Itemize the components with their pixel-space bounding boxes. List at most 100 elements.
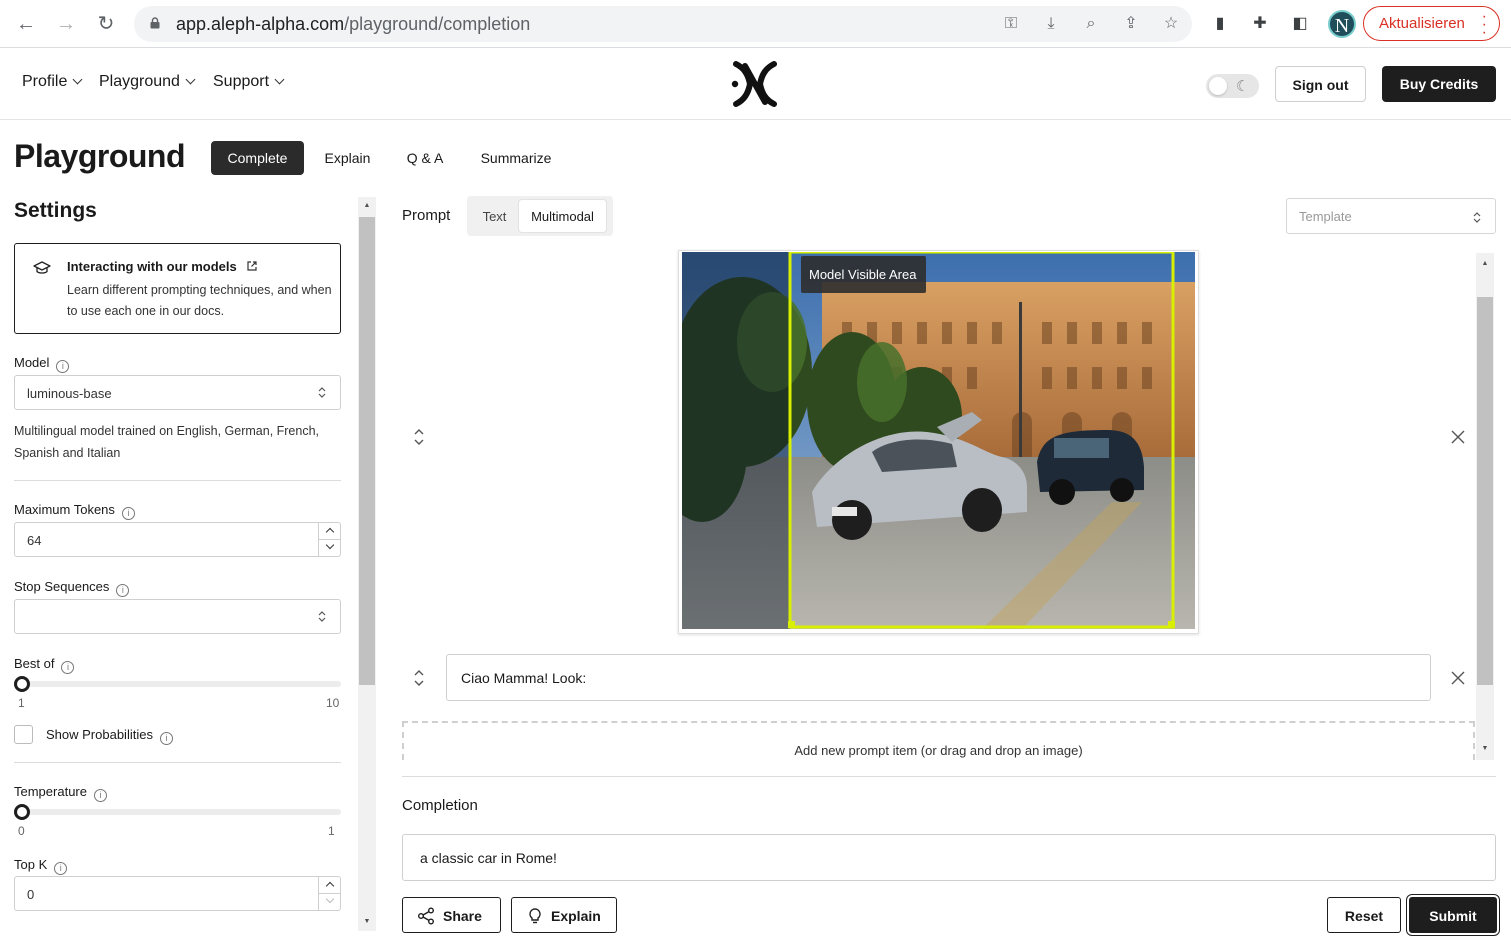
- app-header: Profile Playground Support ☾ Sign out Bu…: [0, 48, 1511, 120]
- scrollbar-thumb[interactable]: [359, 217, 375, 685]
- chevron-down-icon: [274, 74, 285, 85]
- toggle-knob: [1209, 77, 1227, 95]
- select-arrows-icon: [318, 387, 326, 398]
- show-probabilities-label: Show Probabilities i: [46, 727, 173, 745]
- add-prompt-item[interactable]: Add new prompt item (or drag and drop an…: [402, 721, 1475, 760]
- prompt-image: [682, 252, 1195, 629]
- split-icon[interactable]: ◧: [1289, 13, 1311, 35]
- profile-avatar[interactable]: N: [1328, 10, 1356, 38]
- extension-icon[interactable]: ✚: [1249, 13, 1271, 35]
- decrement-button[interactable]: [319, 540, 341, 557]
- divider: [14, 762, 341, 763]
- model-visible-area-label: Model Visible Area: [801, 256, 926, 293]
- info-card-description: Learn different prompting techniques, an…: [67, 283, 332, 318]
- submit-button[interactable]: Submit: [1409, 897, 1497, 933]
- reorder-icon[interactable]: [412, 426, 426, 448]
- best-of-min: 1: [18, 696, 25, 710]
- info-icon[interactable]: i: [159, 732, 173, 745]
- tab-explain[interactable]: Explain: [315, 141, 380, 175]
- temperature-slider[interactable]: [14, 804, 341, 820]
- aleph-alpha-logo[interactable]: [730, 58, 780, 110]
- image-prompt-item[interactable]: [678, 250, 1199, 634]
- page-title: Playground: [14, 138, 186, 174]
- text-prompt-item[interactable]: Ciao Mamma! Look:: [446, 654, 1431, 701]
- share-icon: [418, 907, 434, 925]
- increment-button[interactable]: [319, 523, 341, 540]
- select-arrows-icon: [1473, 212, 1481, 223]
- info-icon[interactable]: i: [93, 789, 107, 802]
- decrement-button[interactable]: [319, 894, 341, 911]
- prompt-mode-switch: Text Multimodal: [467, 196, 613, 236]
- info-card-title: Interacting with our models: [67, 259, 258, 274]
- best-of-label: Best of i: [14, 656, 75, 674]
- maximum-tokens-stepper: [318, 523, 341, 557]
- menu-profile[interactable]: Profile: [22, 73, 83, 91]
- url-text: app.aleph-alpha.com/playground/completio…: [176, 14, 531, 34]
- buy-credits-button[interactable]: Buy Credits: [1382, 66, 1496, 102]
- slider-thumb[interactable]: [14, 676, 30, 692]
- mode-text[interactable]: Text: [471, 200, 518, 232]
- reload-icon[interactable]: ↻: [94, 12, 118, 36]
- back-icon[interactable]: ←: [14, 12, 38, 36]
- best-of-slider[interactable]: [14, 676, 341, 692]
- key-icon[interactable]: ⚿: [1000, 14, 1022, 34]
- prompt-scrollbar[interactable]: ▲ ▼: [1476, 253, 1494, 760]
- info-icon[interactable]: i: [61, 661, 75, 674]
- top-k-label: Top Ki: [14, 857, 68, 875]
- completion-label: Completion: [402, 797, 478, 814]
- scrollbar-thumb[interactable]: [1477, 297, 1493, 685]
- explain-button[interactable]: Explain: [511, 897, 617, 933]
- graduation-cap-icon: [33, 261, 51, 274]
- reset-button[interactable]: Reset: [1327, 897, 1401, 933]
- tab-complete[interactable]: Complete: [211, 141, 304, 175]
- stop-sequences-select[interactable]: [14, 599, 341, 634]
- chevron-down-icon: [185, 74, 196, 85]
- close-icon[interactable]: [1450, 670, 1466, 686]
- info-icon[interactable]: i: [116, 584, 130, 597]
- best-of-max: 10: [326, 696, 340, 710]
- show-probabilities-checkbox[interactable]: [14, 725, 33, 744]
- top-k-input[interactable]: 0: [14, 876, 341, 911]
- template-select[interactable]: Template: [1286, 198, 1496, 234]
- increment-button[interactable]: [319, 877, 341, 894]
- info-icon[interactable]: i: [54, 862, 68, 875]
- scroll-up-icon[interactable]: ▲: [1476, 259, 1494, 269]
- reorder-icon[interactable]: [412, 667, 426, 689]
- update-button[interactable]: Aktualisieren · · ·: [1363, 6, 1500, 41]
- temperature-label: Temperature i: [14, 784, 107, 802]
- settings-scrollbar[interactable]: ▲ ▼: [358, 197, 376, 931]
- share-page-icon[interactable]: ⇪: [1120, 14, 1142, 34]
- chevron-down-icon: [72, 74, 83, 85]
- scroll-up-icon[interactable]: ▲: [358, 201, 376, 211]
- maximum-tokens-input[interactable]: 64: [14, 522, 341, 557]
- menu-support[interactable]: Support: [213, 73, 285, 91]
- sign-out-button[interactable]: Sign out: [1275, 66, 1366, 102]
- info-icon[interactable]: i: [56, 360, 70, 373]
- share-button[interactable]: Share: [402, 897, 501, 933]
- model-select[interactable]: luminous-base: [14, 375, 341, 410]
- mode-multimodal[interactable]: Multimodal: [519, 200, 606, 232]
- close-icon[interactable]: [1450, 429, 1466, 445]
- select-arrows-icon: [318, 611, 326, 622]
- address-bar[interactable]: app.aleph-alpha.com/playground/completio…: [134, 6, 1192, 42]
- tab-qa[interactable]: Q & A: [398, 141, 452, 175]
- divider: [14, 480, 341, 481]
- models-info-card[interactable]: Interacting with our models Learn differ…: [14, 243, 341, 334]
- external-link-icon: [247, 261, 257, 271]
- scroll-down-icon[interactable]: ▼: [358, 917, 376, 927]
- forward-icon[interactable]: →: [54, 12, 78, 36]
- dark-mode-toggle[interactable]: ☾: [1206, 74, 1259, 98]
- install-icon[interactable]: ⤓: [1040, 14, 1062, 34]
- divider: [402, 776, 1496, 777]
- slider-thumb[interactable]: [14, 804, 30, 820]
- info-icon[interactable]: i: [121, 507, 135, 520]
- tab-summarize[interactable]: Summarize: [470, 141, 562, 175]
- completion-output[interactable]: a classic car in Rome!: [402, 834, 1496, 881]
- sidebar-icon[interactable]: ▮: [1209, 13, 1231, 35]
- zoom-icon[interactable]: ⌕: [1080, 14, 1102, 34]
- menu-playground[interactable]: Playground: [99, 73, 196, 91]
- stop-sequences-label: Stop Sequences i: [14, 579, 130, 597]
- star-icon[interactable]: ☆: [1160, 14, 1182, 34]
- moon-icon: ☾: [1236, 78, 1250, 95]
- scroll-down-icon[interactable]: ▼: [1476, 744, 1494, 754]
